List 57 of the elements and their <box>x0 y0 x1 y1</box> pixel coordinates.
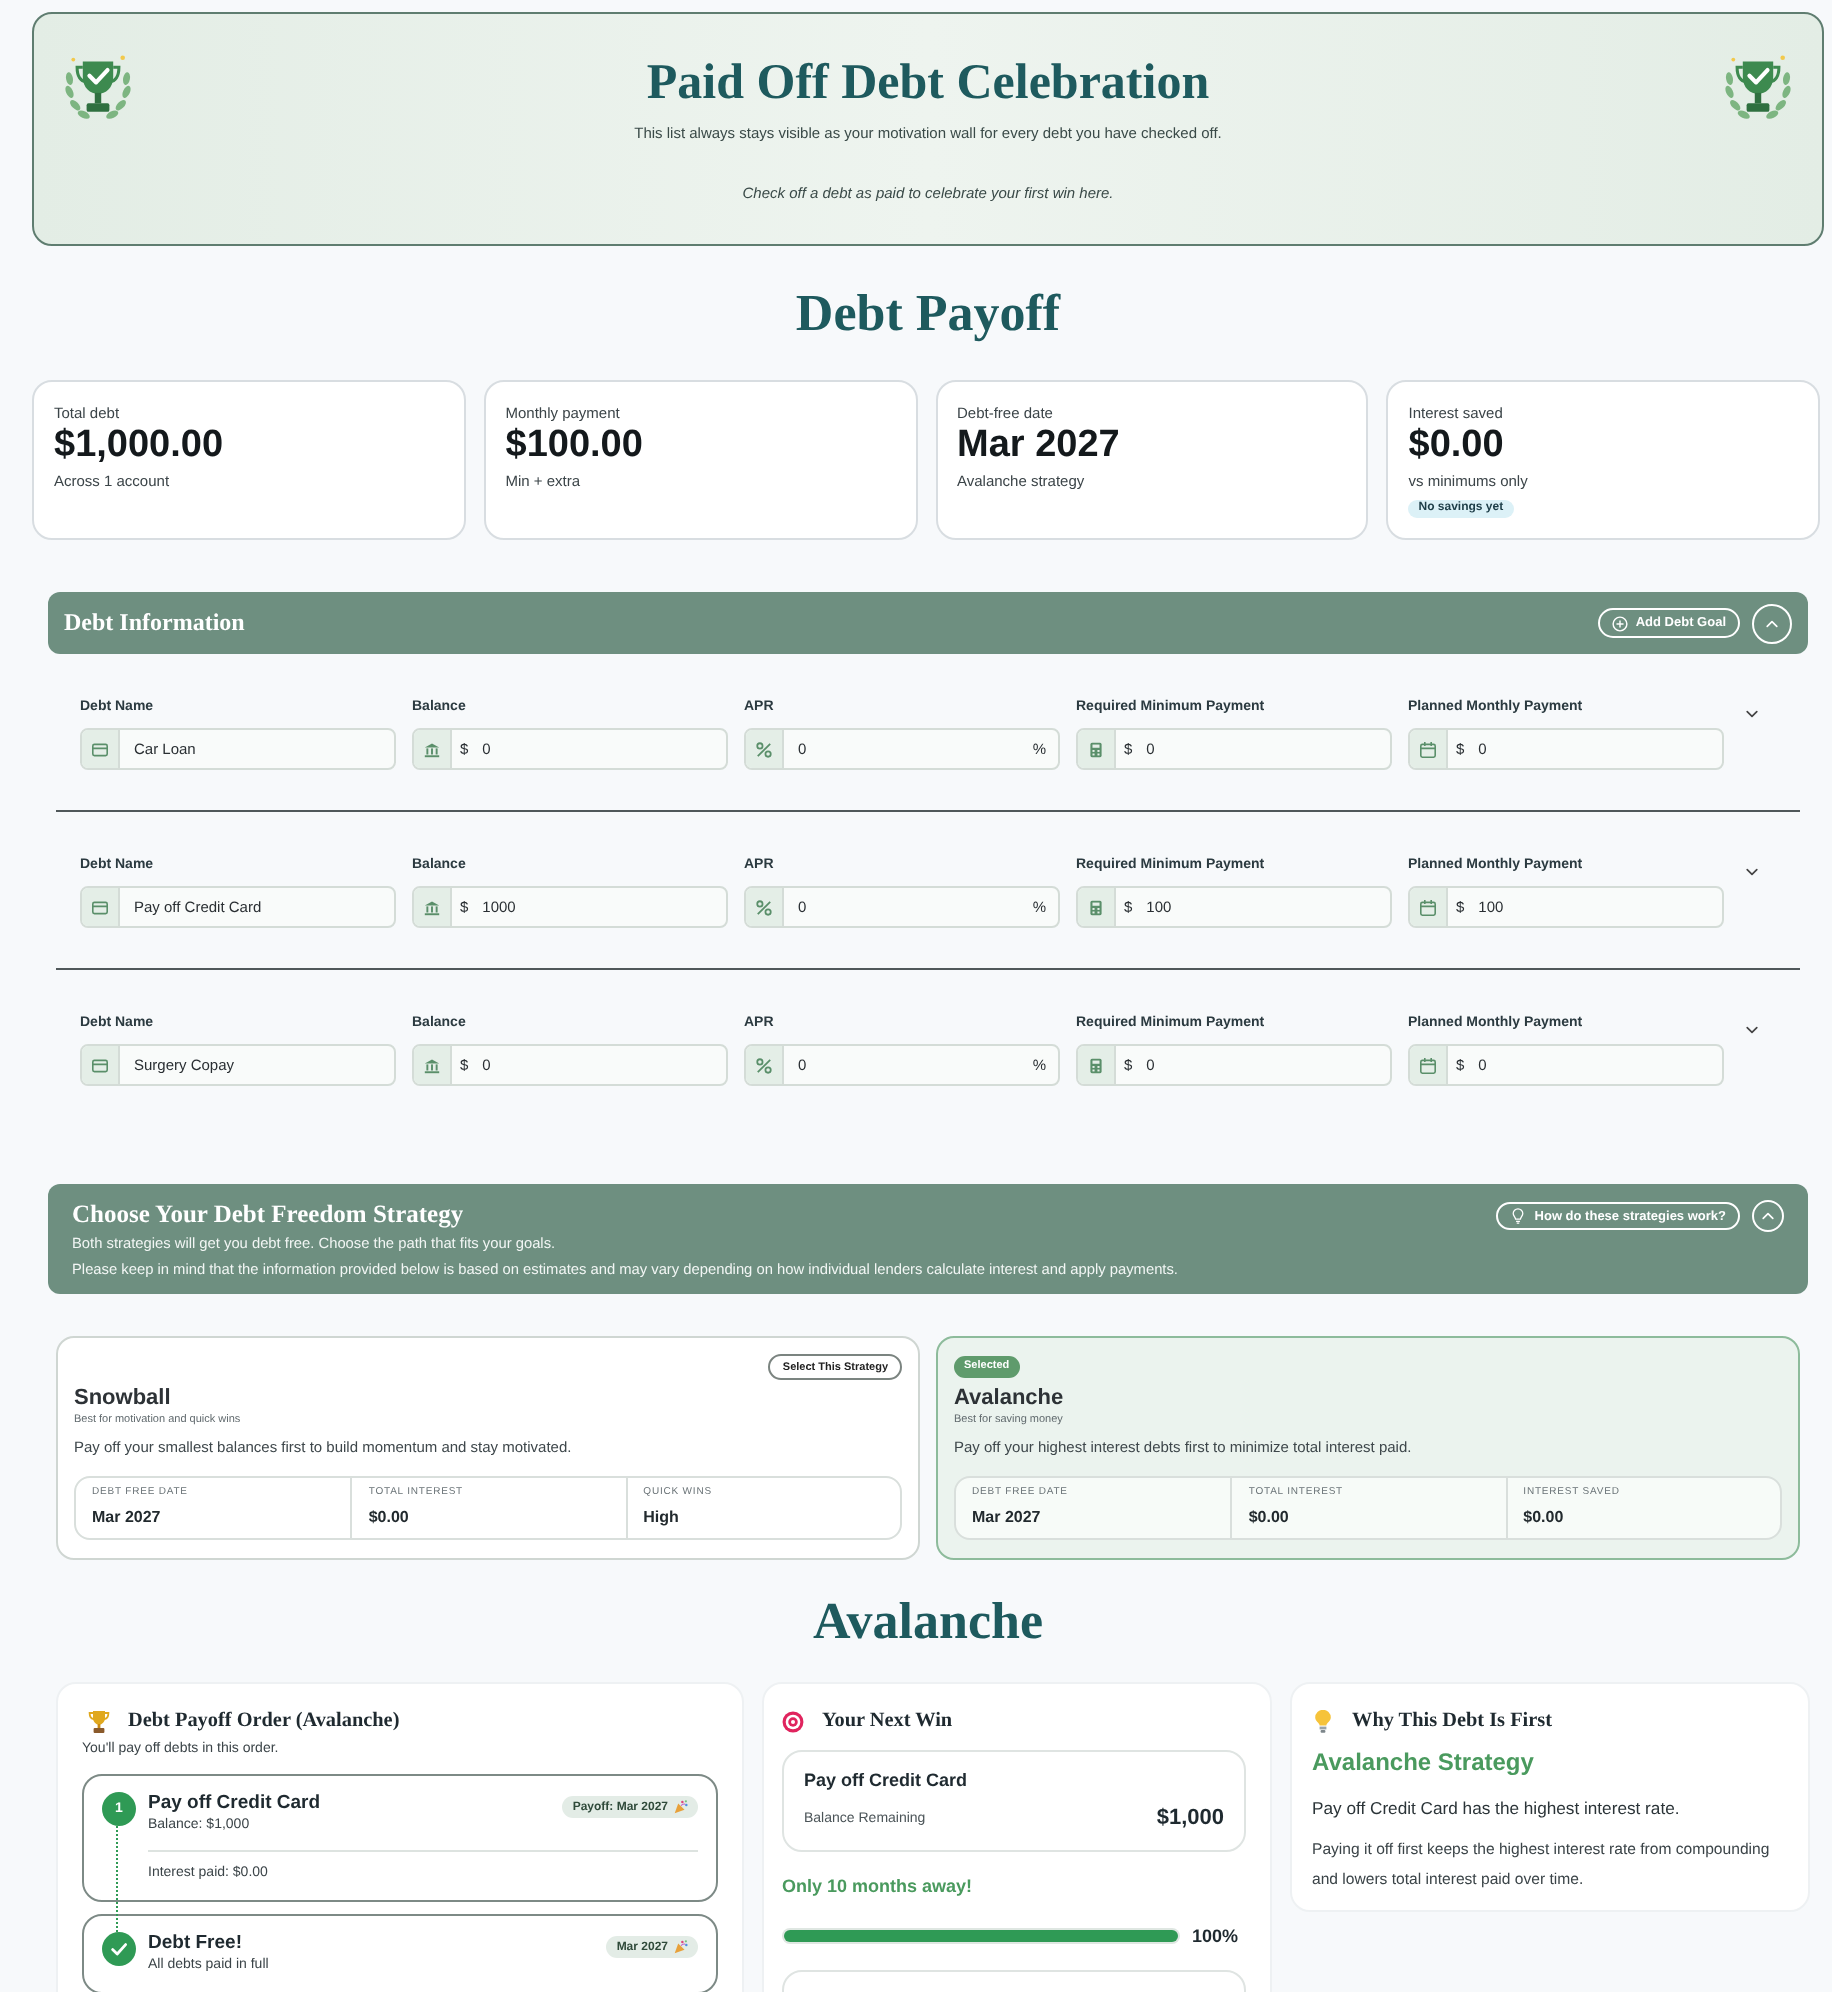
step-title: Debt Free! <box>148 1932 244 1956</box>
banner-title: Paid Off Debt Celebration <box>646 54 1210 114</box>
chevron-down-icon[interactable] <box>1746 710 1758 718</box>
calendar-icon <box>1420 741 1436 757</box>
stat-value: $1,000.00 <box>54 424 224 468</box>
plus-circle-icon <box>1611 615 1628 631</box>
collapse-button[interactable] <box>1752 1200 1784 1232</box>
stat-value: $0.00 <box>368 1506 409 1528</box>
stat-value: $0.00 <box>1408 424 1504 468</box>
percent-icon <box>756 899 772 915</box>
collapse-button[interactable] <box>1752 603 1792 643</box>
calculator-icon <box>1088 1057 1104 1073</box>
section-title: Debt Information <box>64 608 245 638</box>
percent-icon <box>756 741 772 757</box>
party-popper-icon <box>674 1940 688 1954</box>
calendar-icon <box>1420 899 1436 915</box>
party-popper-icon <box>674 1800 688 1814</box>
credit-card-icon <box>92 1057 108 1073</box>
step-title: Pay off Credit Card <box>148 1792 323 1816</box>
stat-value: $100.00 <box>505 424 643 468</box>
credit-card-icon <box>92 741 108 757</box>
bank-icon <box>424 741 440 757</box>
card-title: Your Next Win <box>822 1710 953 1732</box>
calendar-icon <box>1420 1057 1436 1073</box>
chevron-down-icon[interactable] <box>1746 868 1758 876</box>
check-circle-icon <box>102 1932 136 1966</box>
plan-title: Avalanche <box>812 1592 1044 1650</box>
strategy-heading: Avalanche Strategy <box>1312 1750 1536 1776</box>
strategy-name: Avalanche <box>954 1386 1066 1412</box>
section-title: Choose Your Debt Freedom Strategy <box>72 1198 466 1230</box>
stat-value: Mar 2027 <box>972 1506 1041 1528</box>
bank-icon <box>424 899 440 915</box>
stat-value: $0.00 <box>1523 1506 1564 1528</box>
stat-value: Mar 2027 <box>957 424 1120 468</box>
balance-value: $1,000 <box>1156 1806 1224 1830</box>
connector-line <box>116 1826 118 1932</box>
progress-reading: 100% <box>1192 1926 1239 1946</box>
page-title: Debt Payoff <box>795 284 1061 342</box>
stat-value: Mar 2027 <box>92 1506 161 1528</box>
stat-value: High <box>643 1506 679 1528</box>
bank-icon <box>424 1057 440 1073</box>
credit-card-icon <box>92 899 108 915</box>
strategy-name: Snowball <box>74 1386 173 1412</box>
countdown-text: Only 10 months away! <box>782 1876 975 1896</box>
lightbulb-icon <box>1312 1709 1334 1733</box>
card-title: Debt Payoff Order (Avalanche) <box>128 1710 400 1732</box>
stat-value: $0.00 <box>1248 1506 1289 1528</box>
calculator-icon <box>1088 899 1104 915</box>
target-icon <box>782 1709 804 1733</box>
reason-text: Pay off Credit Card has the highest interest rate. <box>1312 1798 1682 1818</box>
chevron-down-icon[interactable] <box>1746 1026 1758 1034</box>
lightbulb-icon <box>1510 1208 1527 1224</box>
calculator-icon <box>1088 741 1104 757</box>
percent-icon <box>756 1057 772 1073</box>
card-title: Why This Debt Is First <box>1352 1710 1553 1732</box>
debt-name: Pay off Credit Card <box>804 1770 970 1792</box>
trophy-icon <box>88 1709 110 1733</box>
